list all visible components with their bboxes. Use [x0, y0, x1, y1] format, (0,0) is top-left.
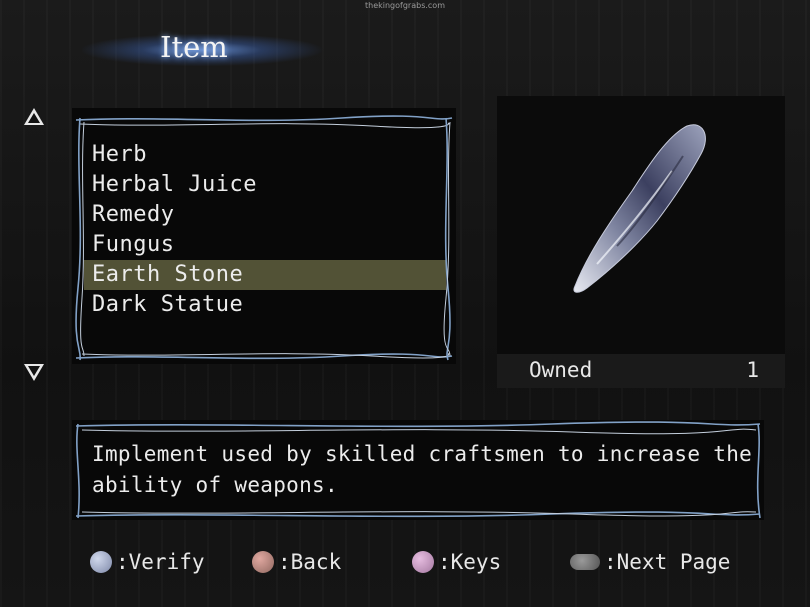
item-preview-panel	[497, 96, 785, 354]
scroll-up-icon[interactable]	[24, 108, 44, 125]
next-page-button[interactable]: :Next Page	[570, 544, 730, 580]
description-panel: Implement used by skilled craftsmen to i…	[72, 420, 764, 520]
page-title: Item	[160, 30, 228, 64]
earth-stone-icon	[573, 124, 706, 293]
keys-label: :Keys	[438, 550, 502, 574]
next-page-label: :Next Page	[604, 550, 731, 574]
circle-button-icon	[252, 551, 274, 573]
cross-button-icon	[90, 551, 112, 573]
square-button-icon	[412, 551, 434, 573]
item-list-panel: Herb Herbal Juice Remedy Fungus Earth St…	[72, 108, 456, 364]
list-frame-border	[75, 115, 453, 361]
back-label: :Back	[278, 550, 342, 574]
watermark: thekingofgrabs.com	[365, 1, 445, 10]
owned-bar: Owned 1	[497, 354, 785, 388]
back-button[interactable]: :Back	[252, 544, 341, 580]
owned-label: Owned	[529, 358, 593, 382]
owned-count: 1	[746, 358, 759, 382]
shoulder-button-icon	[570, 554, 600, 570]
description-frame-border	[75, 421, 761, 519]
scroll-down-icon[interactable]	[24, 364, 44, 381]
keys-button[interactable]: :Keys	[412, 544, 501, 580]
verify-label: :Verify	[116, 550, 205, 574]
verify-button[interactable]: :Verify	[90, 544, 205, 580]
